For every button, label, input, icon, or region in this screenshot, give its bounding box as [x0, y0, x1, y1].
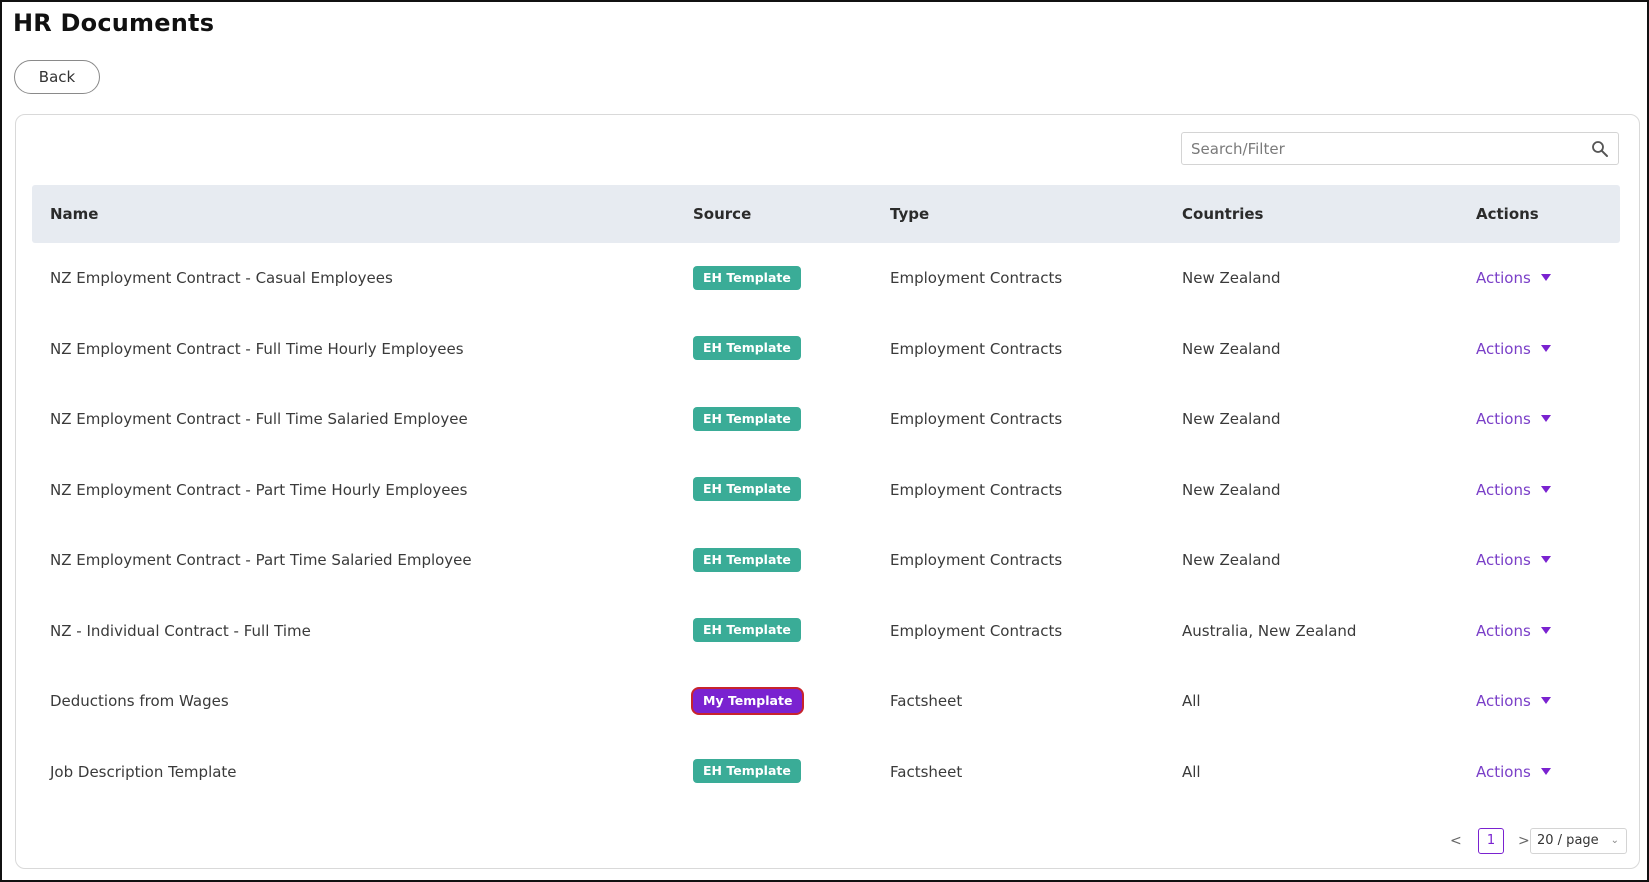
source-cell: EH Template	[693, 243, 801, 313]
table-row: NZ Employment Contract - Full Time Salar…	[32, 384, 1620, 455]
source-cell: EH Template	[693, 596, 801, 666]
actions-dropdown[interactable]: Actions	[1476, 243, 1551, 313]
document-countries: New Zealand	[1182, 480, 1281, 499]
app-window: HR Documents Back Name Source Type Count…	[0, 0, 1649, 882]
table-header: Name Source Type Countries Actions	[32, 185, 1620, 243]
document-countries: New Zealand	[1182, 410, 1281, 428]
column-header-countries[interactable]: Countries	[1182, 185, 1263, 243]
prev-page-button[interactable]: <	[1450, 828, 1462, 854]
actions-label[interactable]: Actions	[1476, 692, 1531, 710]
document-countries: Australia, New Zealand	[1182, 621, 1357, 640]
caret-down-icon[interactable]	[1540, 274, 1551, 281]
document-name: NZ Employment Contract - Part Time Salar…	[50, 551, 472, 569]
document-type: Employment Contracts	[890, 410, 1063, 428]
actions-label[interactable]: Actions	[1476, 481, 1531, 499]
source-badge: EH Template	[693, 336, 801, 360]
actions-dropdown[interactable]: Actions	[1476, 737, 1551, 807]
actions-dropdown[interactable]: Actions	[1476, 384, 1551, 454]
actions-dropdown[interactable]: Actions	[1476, 525, 1551, 595]
source-cell: EH Template	[693, 525, 801, 595]
caret-down-icon[interactable]	[1540, 626, 1551, 634]
page-number-current[interactable]: 1	[1478, 828, 1504, 854]
column-header-actions: Actions	[1476, 205, 1539, 223]
document-name: NZ Employment Contract - Full Time Hourl…	[50, 339, 464, 358]
actions-label[interactable]: Actions	[1476, 269, 1531, 287]
chevron-down-icon: ⌄	[1610, 835, 1619, 846]
table-row: Job Description Template EH Template Fac…	[32, 737, 1620, 808]
search-input[interactable]	[1182, 133, 1582, 164]
column-header-source[interactable]: Source	[693, 185, 751, 243]
pagination: < 1 > 20 / page ⌄	[1448, 828, 1627, 854]
actions-label[interactable]: Actions	[1476, 410, 1531, 428]
source-cell: My Template	[693, 666, 803, 736]
source-badge: EH Template	[693, 265, 801, 290]
source-badge: EH Template	[693, 406, 801, 431]
caret-down-icon[interactable]	[1540, 344, 1551, 352]
source-cell: EH Template	[693, 314, 801, 384]
caret-down-icon[interactable]	[1540, 697, 1551, 704]
document-name: Deductions from Wages	[50, 692, 229, 710]
search-icon[interactable]	[1591, 140, 1609, 158]
source-badge: EH Template	[693, 759, 801, 783]
document-type: Employment Contracts	[890, 480, 1063, 499]
table-row: Deductions from Wages My Template Factsh…	[32, 666, 1620, 737]
document-type: Employment Contracts	[890, 551, 1063, 569]
column-header-type[interactable]: Type	[890, 185, 929, 243]
source-badge: EH Template	[693, 477, 801, 501]
actions-label[interactable]: Actions	[1476, 551, 1531, 569]
table-row: NZ Employment Contract - Casual Employee…	[32, 243, 1620, 314]
source-badge: EH Template	[693, 547, 801, 572]
source-cell: EH Template	[693, 737, 801, 807]
next-page-button[interactable]: >	[1518, 828, 1530, 854]
actions-dropdown[interactable]: Actions	[1476, 666, 1551, 736]
actions-dropdown[interactable]: Actions	[1476, 314, 1551, 384]
caret-down-icon[interactable]	[1540, 415, 1551, 422]
document-type: Employment Contracts	[890, 269, 1063, 287]
document-name: Job Description Template	[50, 762, 237, 781]
document-type: Employment Contracts	[890, 621, 1063, 640]
document-countries: New Zealand	[1182, 339, 1281, 358]
source-badge-highlighted: My Template	[693, 688, 803, 713]
documents-card: Name Source Type Countries Actions NZ Em…	[15, 114, 1640, 869]
document-type: Employment Contracts	[890, 339, 1063, 358]
document-countries: New Zealand	[1182, 551, 1281, 569]
caret-down-icon[interactable]	[1540, 767, 1551, 775]
document-name: NZ Employment Contract - Casual Employee…	[50, 269, 393, 287]
page-size-select[interactable]: 20 / page ⌄	[1530, 828, 1627, 854]
document-name: NZ Employment Contract - Part Time Hourl…	[50, 480, 468, 499]
page-title: HR Documents	[13, 9, 215, 37]
source-cell: EH Template	[693, 384, 801, 454]
documents-table: Name Source Type Countries Actions NZ Em…	[32, 185, 1620, 807]
actions-dropdown[interactable]: Actions	[1476, 596, 1551, 666]
document-countries: New Zealand	[1182, 269, 1281, 287]
actions-label[interactable]: Actions	[1476, 340, 1531, 358]
document-name: NZ - Individual Contract - Full Time	[50, 621, 311, 640]
table-row: NZ Employment Contract - Part Time Hourl…	[32, 455, 1620, 526]
table-row: NZ Employment Contract - Part Time Salar…	[32, 525, 1620, 596]
document-type: Factsheet	[890, 762, 963, 781]
caret-down-icon[interactable]	[1540, 556, 1551, 563]
back-button[interactable]: Back	[14, 60, 100, 94]
actions-dropdown[interactable]: Actions	[1476, 455, 1551, 525]
column-header-name[interactable]: Name	[50, 185, 98, 243]
document-countries: All	[1182, 762, 1201, 781]
document-name: NZ Employment Contract - Full Time Salar…	[50, 410, 468, 428]
source-badge: EH Template	[693, 618, 801, 642]
table-row: NZ Employment Contract - Full Time Hourl…	[32, 314, 1620, 385]
page-size-value: 20 / page	[1537, 833, 1599, 848]
caret-down-icon[interactable]	[1540, 485, 1551, 493]
table-row: NZ - Individual Contract - Full Time EH …	[32, 596, 1620, 667]
actions-label[interactable]: Actions	[1476, 763, 1531, 781]
source-cell: EH Template	[693, 455, 801, 525]
document-type: Factsheet	[890, 692, 963, 710]
search-box[interactable]	[1181, 132, 1619, 165]
actions-label[interactable]: Actions	[1476, 622, 1531, 640]
document-countries: All	[1182, 692, 1201, 710]
